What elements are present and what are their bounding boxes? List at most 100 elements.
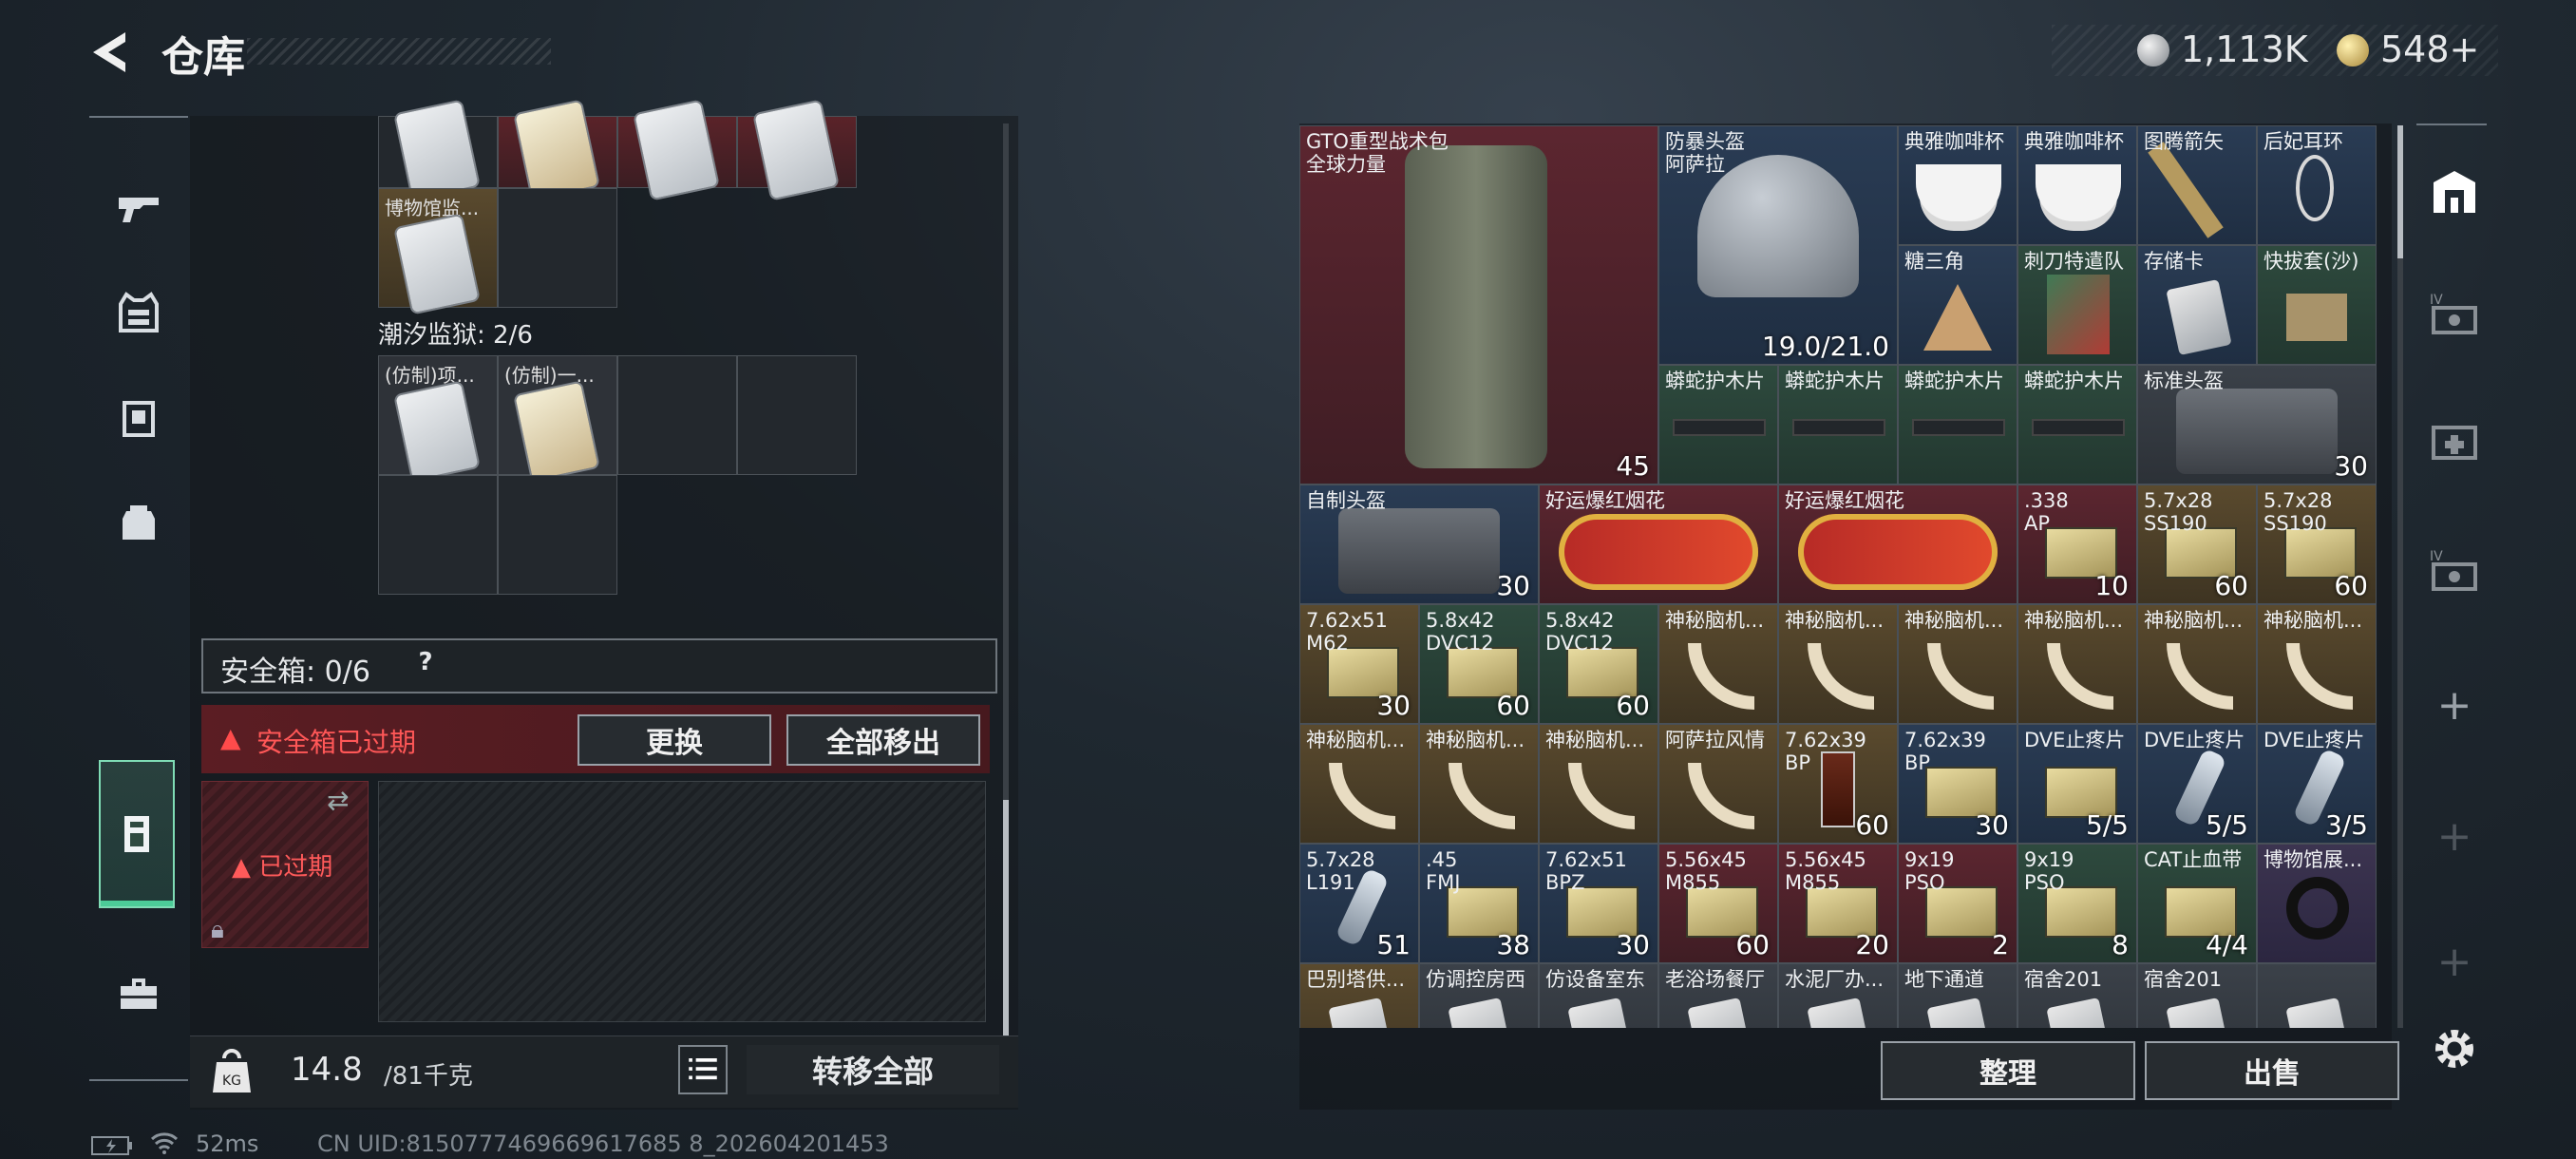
rail-stash-home[interactable] — [2416, 154, 2492, 230]
rail-chest-rig[interactable] — [89, 365, 188, 469]
stash-item[interactable]: 5.7x28 L191 51 — [1299, 844, 1419, 963]
stash-item[interactable]: 5.8x42 DVC12 60 — [1539, 604, 1658, 724]
empty-slot[interactable] — [498, 188, 617, 308]
page-title: 仓库 — [161, 33, 245, 82]
list-icon[interactable] — [678, 1045, 728, 1094]
move-all-out-button[interactable]: 全部移出 — [786, 714, 980, 766]
stash-item[interactable]: 神秘脑机... — [2257, 604, 2377, 724]
replace-button[interactable]: 更换 — [578, 714, 771, 766]
stash-item[interactable]: 5.8x42 DVC12 60 — [1419, 604, 1539, 724]
museum-keycard[interactable]: 博物馆监... — [378, 188, 498, 314]
stash-item[interactable]: 神秘脑机... — [1299, 724, 1419, 844]
rail-toolbox[interactable] — [89, 940, 188, 1045]
stash-item[interactable]: 神秘脑机... — [2017, 604, 2137, 724]
stash-item[interactable]: 神秘脑机... — [2137, 604, 2257, 724]
stash-item[interactable]: 标准头盔 30 — [2137, 365, 2377, 484]
stash-item[interactable]: 宿舍201 — [2137, 963, 2257, 1028]
stash-item[interactable]: 自制头盔 30 — [1299, 484, 1539, 604]
rail-medical[interactable] — [2416, 403, 2492, 479]
empty-slot[interactable] — [617, 355, 737, 475]
stash-item[interactable]: 9x19 PSO 8 — [2017, 844, 2137, 963]
stash-item[interactable]: 防暴头盔 阿萨拉 19.0/21.0 — [1658, 125, 1898, 365]
stash-item[interactable]: 5.56x45 M855 60 — [1658, 844, 1778, 963]
grid-slot-item[interactable] — [378, 101, 498, 200]
add-stash-button-2[interactable]: + — [2416, 798, 2492, 874]
stash-item[interactable]: CAT止血带 4/4 — [2137, 844, 2257, 963]
stash-item[interactable]: 好运爆红烟花 — [1778, 484, 2017, 604]
stash-item[interactable]: 7.62x51 BPZ 30 — [1539, 844, 1658, 963]
stash-item[interactable]: 地下通道 — [1898, 963, 2017, 1028]
stash-item[interactable]: 好运爆红烟花 — [1539, 484, 1778, 604]
stash-item[interactable]: DVE止疼片 5/5 — [2017, 724, 2137, 844]
item-name: 蟒蛇护木片 — [1665, 370, 1765, 392]
stash-item[interactable]: DVE止疼片 3/5 — [2257, 724, 2377, 844]
stash-item[interactable]: 博物馆展... — [2257, 844, 2377, 963]
stash-item[interactable]: 蟒蛇护木片 — [1898, 365, 2017, 484]
stash-item[interactable]: 神秘脑机... — [1658, 604, 1778, 724]
stash-item[interactable]: 7.62x51 M62 30 — [1299, 604, 1419, 724]
stash-item[interactable]: 刺刀特遣队 — [2017, 245, 2137, 365]
rail-weapon[interactable] — [89, 156, 188, 260]
left-scrollbar-thumb[interactable] — [1003, 800, 1009, 1037]
stash-item[interactable]: 5.7x28 SS190 60 — [2137, 484, 2257, 604]
stash-item[interactable]: 巴别塔供... — [1299, 963, 1419, 1028]
stash-scrollbar-thumb[interactable] — [2397, 125, 2403, 258]
stash-item[interactable]: .338 AP 10 — [2017, 484, 2137, 604]
stash-item[interactable]: 蟒蛇护木片 — [1778, 365, 1898, 484]
stash-item[interactable]: 老浴场餐厅 — [1658, 963, 1778, 1028]
sell-button[interactable]: 出售 — [2145, 1041, 2399, 1100]
stash-item[interactable]: .45 FMJ 38 — [1419, 844, 1539, 963]
stash-item[interactable]: 5.7x28 SS190 60 — [2257, 484, 2377, 604]
stash-item[interactable]: 图腾箭矢 — [2137, 125, 2257, 245]
swap-icon[interactable]: ⇄ — [327, 785, 349, 816]
item-count: 19.0/21.0 — [1761, 331, 1889, 362]
item-count: 30 — [1616, 929, 1650, 960]
stash-item[interactable]: 5.56x45 M855 20 — [1778, 844, 1898, 963]
stash-item[interactable]: 神秘脑机... — [1898, 604, 2017, 724]
stash-item[interactable]: 7.62x39 BP 60 — [1778, 724, 1898, 844]
stash-item[interactable]: 后妃耳环 — [2257, 125, 2377, 245]
stash-item[interactable]: DVE止疼片 5/5 — [2137, 724, 2257, 844]
stash-item[interactable]: 仿调控房西 — [1419, 963, 1539, 1028]
stash-item[interactable]: 神秘脑机... — [1419, 724, 1539, 844]
stash-item[interactable]: 神秘脑机... — [1778, 604, 1898, 724]
stash-item[interactable]: 存储卡 — [2137, 245, 2257, 365]
stash-item[interactable]: 蟒蛇护木片 — [2017, 365, 2137, 484]
stash-item[interactable]: GTO重型战术包 全球力量 45 — [1299, 125, 1658, 484]
stash-item[interactable]: 神秘脑机... — [1539, 724, 1658, 844]
stash-item[interactable]: 快拔套(沙) — [2257, 245, 2377, 365]
gold-amount[interactable]: 548+ — [2380, 28, 2479, 70]
add-stash-button-3[interactable]: + — [2416, 923, 2492, 999]
arrange-button[interactable]: 整理 — [1881, 1041, 2135, 1100]
add-stash-button-1[interactable]: + — [2416, 667, 2492, 743]
rail-backpack[interactable] — [89, 469, 188, 574]
transfer-all-button[interactable]: 转移全部 — [747, 1045, 999, 1094]
stash-item[interactable]: 典雅咖啡杯 — [2017, 125, 2137, 245]
empty-slot[interactable] — [378, 475, 498, 595]
stash-item[interactable]: 阿萨拉风情 — [1658, 724, 1778, 844]
stash-item[interactable]: 典雅咖啡杯 — [1898, 125, 2017, 245]
rail-armor[interactable] — [89, 260, 188, 365]
help-icon[interactable]: ? — [408, 648, 443, 682]
stash-item[interactable]: 糖三角 — [1898, 245, 2017, 365]
stash-item[interactable]: 7.62x39 BP 30 — [1898, 724, 2017, 844]
stash-item[interactable]: 仿设备室东 — [1539, 963, 1658, 1028]
fake-item-2[interactable]: (仿制)一... — [498, 355, 617, 481]
empty-slot[interactable] — [737, 355, 857, 475]
stash-item[interactable]: 9x19 PSO 2 — [1898, 844, 2017, 963]
rail-safebox[interactable] — [99, 760, 175, 908]
stash-scrollbar[interactable] — [2397, 125, 2403, 1028]
grid-slot-item[interactable] — [737, 101, 857, 200]
stash-item[interactable]: 蟒蛇护木片 — [1658, 365, 1778, 484]
stash-item[interactable]: 水泥厂办... — [1778, 963, 1898, 1028]
rail-stash-4b[interactable]: IV — [2416, 534, 2492, 610]
settings-button[interactable] — [2416, 1011, 2492, 1087]
stash-item[interactable] — [2257, 963, 2377, 1028]
stash-item[interactable]: 宿舍201 — [2017, 963, 2137, 1028]
back-arrow-icon[interactable] — [87, 28, 135, 76]
fake-item-1[interactable]: (仿制)项... — [378, 355, 498, 481]
grid-slot-item[interactable] — [498, 101, 617, 200]
rail-stash-4a[interactable]: IV — [2416, 277, 2492, 353]
empty-slot[interactable] — [498, 475, 617, 595]
grid-slot-item[interactable] — [617, 101, 737, 200]
